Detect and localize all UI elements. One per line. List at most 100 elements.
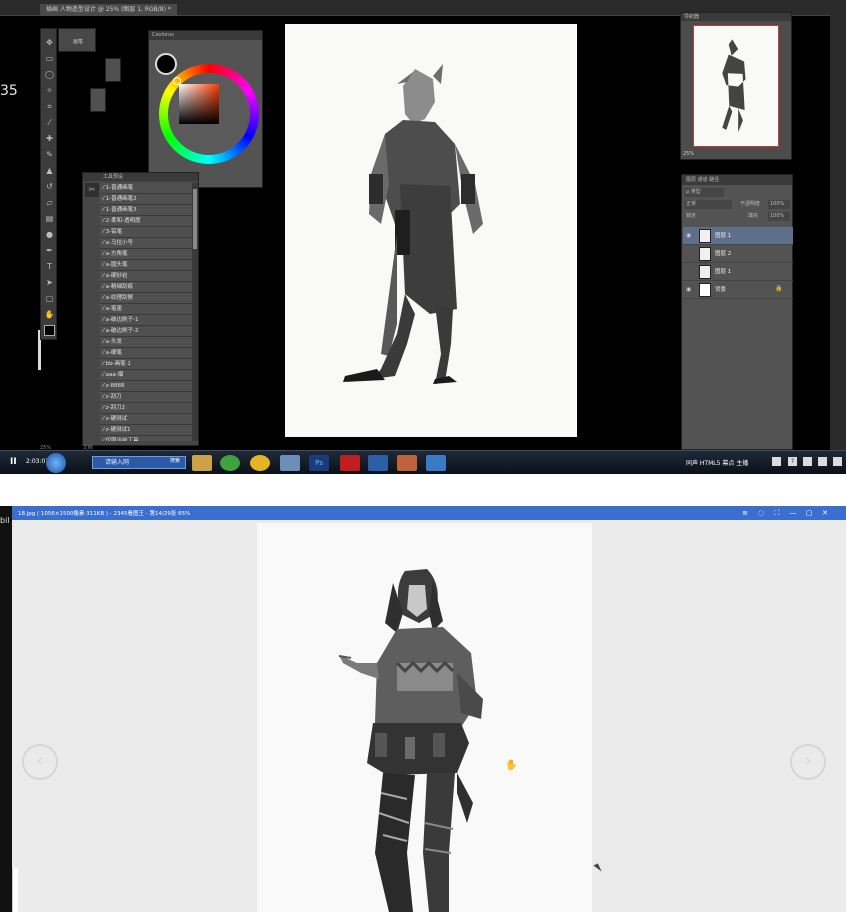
brush-preset-item[interactable]: ⁄ a-方角笔 [100, 249, 192, 260]
explorer-icon[interactable] [192, 455, 212, 471]
hue-cursor[interactable] [173, 77, 181, 85]
brush-preset-item[interactable]: ⁄ aaa-烟 [100, 370, 192, 381]
viewer-image[interactable] [257, 523, 592, 912]
marquee-tool-icon[interactable]: ▭ [44, 53, 55, 64]
brush-preset-item[interactable]: ⁄ a-破边刷子-2 [100, 326, 192, 337]
brush-preset-item[interactable]: ⁄ 仅限当前工具 [100, 436, 192, 441]
red-app-icon[interactable] [340, 455, 360, 471]
close-icon[interactable]: ✕ [820, 508, 830, 518]
layer-thumbnail [699, 247, 711, 261]
app-icon[interactable] [280, 455, 300, 471]
pause-button[interactable]: II [10, 457, 17, 467]
brush-preset-item[interactable]: ⁄ 2-柔和-透明度 [100, 216, 192, 227]
brush-preset-item[interactable]: ⁄ 1-普通画笔2 [100, 194, 192, 205]
help-icon[interactable]: ? [788, 457, 797, 466]
move-tool-icon[interactable]: ✥ [44, 37, 55, 48]
brush-preset-item[interactable]: ⁄ a-马拉小号 [100, 238, 192, 249]
hand-tool-icon[interactable]: ✋ [44, 309, 55, 320]
mini-panel-icon[interactable] [90, 88, 106, 112]
scroll-thumb[interactable] [193, 189, 197, 249]
brush-preset-item[interactable]: ⁄ a-破边刷子-1 [100, 315, 192, 326]
brush-preset-item[interactable]: ⁄ a-硬笔 [100, 348, 192, 359]
shape-tool-icon[interactable]: ▢ [44, 293, 55, 304]
layer-thumbnail [699, 265, 711, 279]
visibility-eye-icon[interactable]: ◉ [686, 232, 694, 240]
saturation-square[interactable] [179, 84, 219, 124]
magic-wand-tool-icon[interactable]: ✧ [44, 85, 55, 96]
opacity-input[interactable]: 100% [768, 200, 790, 209]
history-brush-tool-icon[interactable]: ↺ [44, 181, 55, 192]
path-select-tool-icon[interactable]: ➤ [44, 277, 55, 288]
visibility-eye-icon[interactable] [686, 268, 694, 276]
browser-icon[interactable] [368, 455, 388, 471]
media-icon[interactable] [220, 455, 240, 471]
brush-preset-item[interactable]: ⁄ a-笔墨 [100, 304, 192, 315]
fullscreen-icon[interactable]: ⛶ [772, 508, 782, 518]
brush-preset-item[interactable]: ⁄ a-精细刮痕 [100, 282, 192, 293]
photoshop-icon[interactable]: Ps [309, 455, 329, 471]
healing-tool-icon[interactable]: ✚ [44, 133, 55, 144]
eraser-tool-icon[interactable]: ▱ [44, 197, 55, 208]
menu-icon[interactable]: ≡ [740, 508, 750, 518]
dodge-tool-icon[interactable]: ● [44, 229, 55, 240]
brush-preset-item[interactable]: ⁄ z-刮刀2 [100, 403, 192, 414]
app2-icon[interactable] [426, 455, 446, 471]
brush-tool-icon[interactable]: ✎ [44, 149, 55, 160]
gradient-tool-icon[interactable]: ▤ [44, 213, 55, 224]
foreground-color-swatch[interactable] [155, 53, 177, 75]
tray-icon[interactable] [833, 457, 842, 466]
previous-image-button[interactable]: ‹ [22, 744, 58, 780]
color-wheel[interactable] [159, 64, 259, 164]
brush-preset-item[interactable]: ⁄ 1-普通画笔 [100, 183, 192, 194]
document-canvas[interactable] [285, 24, 577, 437]
start-button[interactable] [46, 453, 66, 473]
lasso-tool-icon[interactable]: ◯ [44, 69, 55, 80]
brush-preset-item[interactable]: ⁄ a-硬砂岩 [100, 271, 192, 282]
layer-row[interactable]: ◉ 图层 1 [683, 227, 793, 245]
tray-icon[interactable] [772, 457, 781, 466]
brush-preset-item[interactable]: ⁄ z-8888 [100, 381, 192, 392]
brush-preset-item[interactable]: ⁄ a-头发 [100, 337, 192, 348]
layers-tabs[interactable]: 图层 通道 路径 [682, 175, 792, 185]
tool-presets-title: 工具预设 [83, 173, 198, 181]
brush-preset-button[interactable]: 画笔 [58, 28, 96, 52]
qq-icon[interactable] [250, 455, 270, 471]
brush-preset-item[interactable]: ⁄ z-硬测试 [100, 414, 192, 425]
brush-preset-item[interactable]: ⁄ 1-普通画笔3 [100, 205, 192, 216]
brush-preset-item[interactable]: ⁄ a-纹理刮擦 [100, 293, 192, 304]
visibility-eye-icon[interactable] [686, 250, 694, 258]
navigator-preview[interactable] [693, 25, 779, 147]
skin-icon[interactable]: ◌ [756, 508, 766, 518]
stamp-tool-icon[interactable]: ▲ [44, 165, 55, 176]
layer-row[interactable]: 图层 2 [683, 245, 793, 263]
text-tool-icon[interactable]: T [44, 261, 55, 272]
navigator-zoom[interactable]: 25% [683, 151, 694, 157]
fill-input[interactable]: 100% [768, 212, 790, 221]
viewer-icon[interactable] [397, 455, 417, 471]
layer-row[interactable]: 图层 1 [683, 263, 793, 281]
next-image-button[interactable]: › [790, 744, 826, 780]
blend-mode-select[interactable]: 正常 [684, 200, 732, 209]
pen-tool-icon[interactable]: ✒ [44, 245, 55, 256]
tray-icon[interactable] [818, 457, 827, 466]
eyedropper-tool-icon[interactable]: ⁄ [44, 117, 55, 128]
brush-preset-item[interactable]: ⁄ z-刮刀 [100, 392, 192, 403]
brush-preset-icon[interactable]: ✂ [85, 183, 99, 197]
foreground-color-swatch[interactable] [44, 325, 55, 336]
tray-icon[interactable] [803, 457, 812, 466]
document-tab[interactable]: 插画 人物造型设计 @ 25% (图层 1, RGB/8) * [40, 4, 177, 16]
layer-kind-filter[interactable]: p 类型 [684, 188, 724, 197]
minimize-icon[interactable]: — [788, 508, 798, 518]
crop-tool-icon[interactable]: ⌗ [44, 101, 55, 112]
layer-row[interactable]: ◉ 背景 🔒 [683, 281, 793, 299]
brush-preset-item[interactable]: ⁄ a-圆头笔 [100, 260, 192, 271]
maximize-icon[interactable]: ▢ [804, 508, 814, 518]
mini-panel-icon[interactable] [105, 58, 121, 82]
layer-name: 图层 1 [715, 233, 732, 239]
search-button[interactable]: 搜索 [170, 457, 180, 464]
brush-preset-item[interactable]: ⁄ 3-铅笔 [100, 227, 192, 238]
brush-list-scrollbar[interactable] [192, 183, 198, 441]
brush-preset-item[interactable]: ⁄ bb-画笔 1 [100, 359, 192, 370]
brush-preset-item[interactable]: ⁄ z-硬测试1 [100, 425, 192, 436]
visibility-eye-icon[interactable]: ◉ [686, 286, 694, 294]
